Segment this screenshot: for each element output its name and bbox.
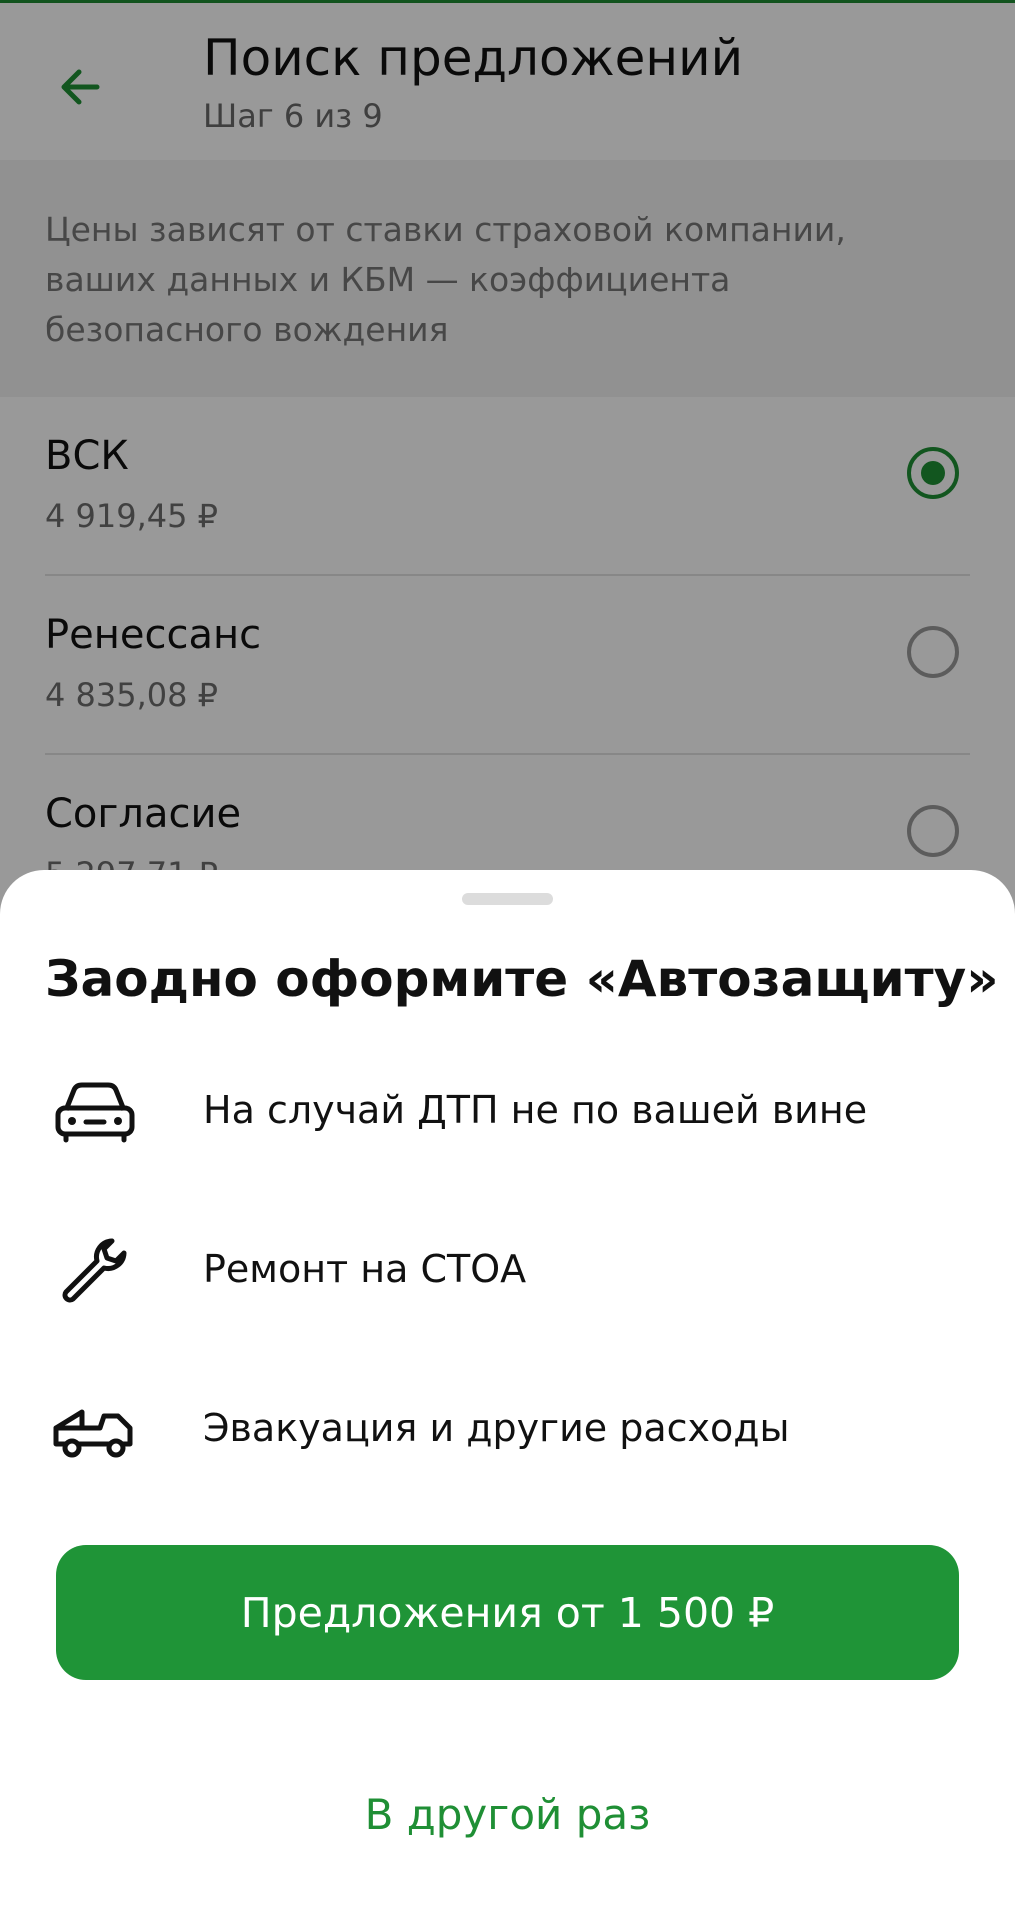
tow-truck-icon [52,1394,138,1464]
insurance-offers-screen: Поиск предложений Шаг 6 из 9 Цены завися… [0,0,1015,1920]
bottom-sheet: Заодно оформите «Автозащиту» На случай Д… [0,870,1015,1920]
drag-handle[interactable] [462,893,553,905]
feature-repair: Ремонт на СТОА [0,1217,1015,1327]
feature-label: Эвакуация и другие расходы [203,1406,790,1450]
sheet-title: Заодно оформите «Автозащиту» [45,950,999,1008]
later-link[interactable]: В другой раз [0,1790,1015,1839]
feature-label: На случай ДТП не по вашей вине [203,1088,868,1132]
feature-label: Ремонт на СТОА [203,1247,527,1291]
feature-accident: На случай ДТП не по вашей вине [0,1058,1015,1168]
offers-from-button[interactable]: Предложения от 1 500 ₽ [56,1545,959,1680]
car-icon [52,1076,138,1146]
wrench-icon [52,1235,138,1305]
feature-evacuation: Эвакуация и другие расходы [0,1376,1015,1486]
